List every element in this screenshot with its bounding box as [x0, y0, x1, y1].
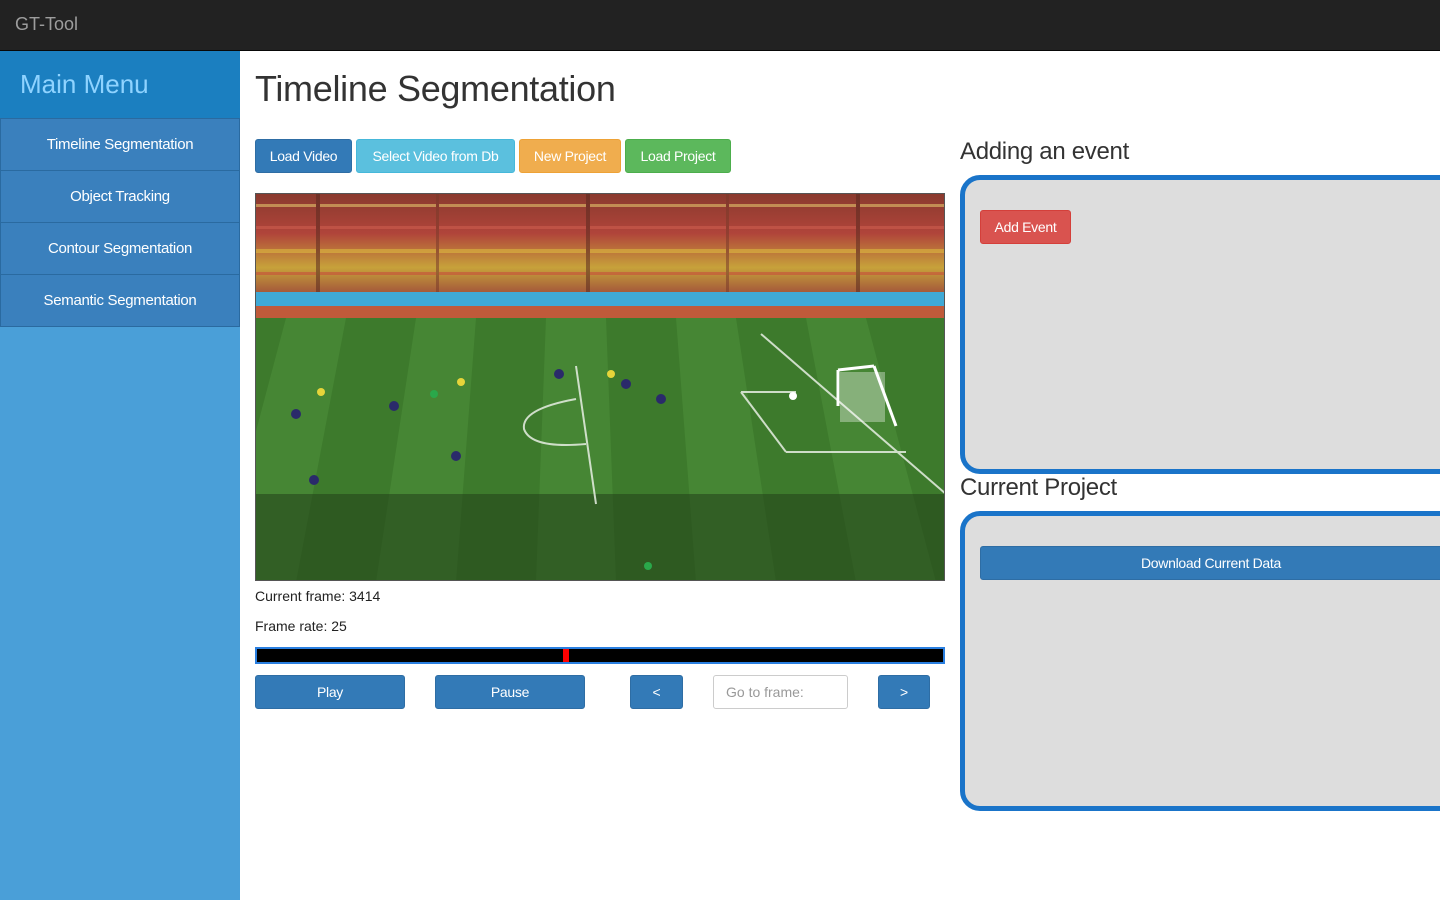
adding-event-title: Adding an event [960, 138, 1129, 165]
sidebar-item-timeline-segmentation[interactable]: Timeline Segmentation [0, 118, 240, 171]
load-video-button[interactable]: Load Video [255, 139, 352, 173]
sidebar-header: Main Menu [0, 51, 240, 119]
app-brand[interactable]: GT-Tool [15, 14, 78, 35]
sidebar-item-contour-segmentation[interactable]: Contour Segmentation [0, 222, 240, 275]
page-title: Timeline Segmentation [255, 68, 616, 109]
video-player[interactable] [255, 193, 945, 581]
sidebar-item-object-tracking[interactable]: Object Tracking [0, 170, 240, 223]
sidebar: Main Menu Timeline Segmentation Object T… [0, 51, 240, 900]
go-to-frame-input[interactable] [713, 675, 848, 709]
previous-frame-button[interactable]: < [630, 675, 683, 709]
next-frame-button[interactable]: > [878, 675, 930, 709]
event-panel: Add Event [960, 175, 1440, 474]
project-panel: Download Current Data [960, 511, 1440, 811]
timeline-slider[interactable] [255, 647, 945, 664]
load-project-button[interactable]: Load Project [625, 139, 731, 173]
current-frame-label: Current frame: 3414 [255, 588, 381, 604]
add-event-button[interactable]: Add Event [980, 210, 1071, 244]
current-project-title: Current Project [960, 474, 1117, 501]
pause-button[interactable]: Pause [435, 675, 585, 709]
top-navbar: GT-Tool [0, 0, 1440, 51]
video-frame-image [256, 194, 944, 580]
sidebar-item-semantic-segmentation[interactable]: Semantic Segmentation [0, 274, 240, 327]
frame-rate-label: Frame rate: 25 [255, 618, 347, 634]
select-video-from-db-button[interactable]: Select Video from Db [356, 139, 515, 173]
timeline-playhead[interactable] [563, 649, 569, 662]
toolbar: Load Video Select Video from Db New Proj… [255, 139, 731, 173]
download-current-data-button[interactable]: Download Current Data [980, 546, 1440, 580]
new-project-button[interactable]: New Project [519, 139, 621, 173]
play-button[interactable]: Play [255, 675, 405, 709]
